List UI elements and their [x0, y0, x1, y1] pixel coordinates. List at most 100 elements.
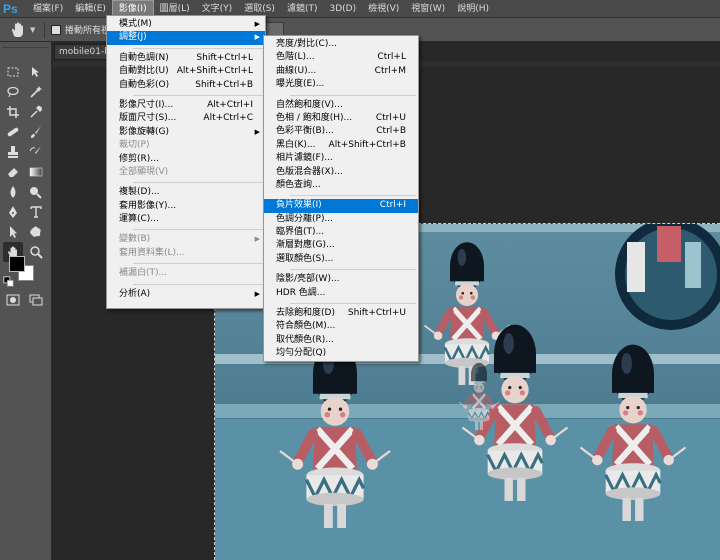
image-menu-item-0[interactable]: 模式(M) ▶: [107, 18, 265, 31]
path-select-icon[interactable]: [3, 222, 23, 242]
menu-item-label: 陰影/亮部(W)...: [276, 274, 340, 285]
photoshop-logo-icon: Ps: [3, 1, 18, 16]
panel-grip[interactable]: [2, 42, 49, 48]
image-menu-item-23[interactable]: 分析(A) ▶: [107, 288, 265, 301]
menu-item-label: 影像旋轉(G): [119, 126, 169, 137]
menu-item-label: 取代顏色(R)...: [276, 334, 334, 345]
quick-mask-icon[interactable]: [3, 290, 23, 310]
adjust-menu-item-8[interactable]: 黑白(K)... Alt+Shift+Ctrl+B: [264, 139, 418, 152]
adjust-menu-item-25[interactable]: 均勻分配(Q): [264, 347, 418, 360]
menu-3d[interactable]: 3D(D): [323, 0, 362, 18]
pen-icon[interactable]: [3, 202, 23, 222]
lasso-icon[interactable]: [3, 82, 23, 102]
image-menu-item-4[interactable]: 自動對比(U) Alt+Shift+Ctrl+L: [107, 65, 265, 78]
adjust-menu-item-11[interactable]: 顏色查詢...: [264, 179, 418, 192]
menu-help[interactable]: 說明(H): [451, 0, 495, 18]
menu-item-shortcut: Ctrl+M: [374, 65, 406, 76]
menu-item-shortcut: Shift+Ctrl+L: [196, 52, 253, 63]
menu-item-label: 補漏白(T)...: [119, 268, 168, 279]
image-menu-item-14[interactable]: 複製(D)...: [107, 186, 265, 199]
gradient-icon[interactable]: [26, 162, 46, 182]
menu-item-shortcut: Ctrl+U: [375, 112, 406, 123]
menu-item-shortcut: Alt+Ctrl+I: [207, 99, 253, 110]
menu-filter[interactable]: 濾鏡(T): [281, 0, 324, 18]
adjust-menu-item-10[interactable]: 色版混合器(X)...: [264, 166, 418, 179]
eraser-icon[interactable]: [3, 162, 23, 182]
screen-mode-icon[interactable]: [26, 290, 46, 310]
menu-item-label: 套用影像(Y)...: [119, 200, 177, 211]
move-icon[interactable]: [26, 62, 46, 82]
adjust-menu-item-20[interactable]: HDR 色調...: [264, 287, 418, 300]
adjust-menu-item-22[interactable]: 去除飽和度(D) Shift+Ctrl+U: [264, 307, 418, 320]
hand-tool-preset-icon[interactable]: [8, 20, 28, 40]
menu-window[interactable]: 視窗(W): [405, 0, 451, 18]
stamp-icon[interactable]: [3, 142, 23, 162]
image-menu-item-18: 變數(B) ▶: [107, 233, 265, 246]
image-menu-item-5[interactable]: 自動色彩(O) Shift+Ctrl+B: [107, 79, 265, 92]
image-menu-item-7[interactable]: 影像尺寸(I)... Alt+Ctrl+I: [107, 99, 265, 112]
adjust-menu-item-15[interactable]: 臨界值(T)...: [264, 226, 418, 239]
menu-item-label: 符合顏色(M)...: [276, 321, 336, 332]
adjust-menu-item-0[interactable]: 亮度/對比(C)...: [264, 38, 418, 51]
chevron-down-icon[interactable]: ▼: [30, 26, 38, 34]
menu-item-label: 自動色調(N): [119, 52, 169, 63]
image-menu-item-11[interactable]: 修剪(R)...: [107, 153, 265, 166]
image-menu-item-9[interactable]: 影像旋轉(G) ▶: [107, 126, 265, 139]
adjust-menu-item-6[interactable]: 色相 / 飽和度(H)... Ctrl+U: [264, 112, 418, 125]
menu-item-label: 自動對比(U): [119, 66, 169, 77]
image-menu-item-16[interactable]: 運算(C)...: [107, 213, 265, 226]
brush-icon[interactable]: [26, 122, 46, 142]
eyedropper-icon[interactable]: [26, 102, 46, 122]
menu-item-label: 去除飽和度(D): [276, 308, 335, 319]
chevron-right-icon: ▶: [254, 20, 260, 28]
image-menu-item-3[interactable]: 自動色調(N) Shift+Ctrl+L: [107, 52, 265, 65]
magic-wand-icon[interactable]: [26, 82, 46, 102]
healing-icon[interactable]: [3, 122, 23, 142]
document-tab[interactable]: mobile01-b4: [54, 44, 114, 60]
adjust-menu-item-23[interactable]: 符合顏色(M)...: [264, 320, 418, 333]
adjust-menu-item-7[interactable]: 色彩平衡(B)... Ctrl+B: [264, 125, 418, 138]
menu-item-label: 版面尺寸(S)...: [119, 113, 177, 124]
menu-item-label: 自然飽和度(V)...: [276, 99, 343, 110]
adjust-menu-item-17[interactable]: 選取顏色(S)...: [264, 253, 418, 266]
adjust-menu-item-2[interactable]: 曲線(U)... Ctrl+M: [264, 65, 418, 78]
image-menu-item-15[interactable]: 套用影像(Y)...: [107, 200, 265, 213]
dodge-icon[interactable]: [26, 182, 46, 202]
scroll-all-windows-checkbox[interactable]: [51, 24, 61, 35]
menu-item-label: 色階(L)...: [276, 52, 315, 63]
menu-item-shortcut: Alt+Shift+Ctrl+L: [176, 66, 253, 77]
chevron-right-icon: ▶: [254, 289, 260, 298]
blur-icon[interactable]: [3, 182, 23, 202]
menu-item-label: 自動色彩(O): [119, 79, 170, 90]
menu-item-label: 臨界值(T)...: [276, 227, 325, 238]
menu-item-label: 色彩平衡(B)...: [276, 126, 334, 137]
shape-icon[interactable]: [26, 222, 46, 242]
default-colors-icon[interactable]: [3, 276, 15, 288]
crop-icon[interactable]: [3, 102, 23, 122]
type-icon[interactable]: [26, 202, 46, 222]
adjust-menu-item-5[interactable]: 自然飽和度(V)...: [264, 99, 418, 112]
image-menu-item-1[interactable]: 調整(J) ▶: [107, 31, 265, 45]
adjust-menu-item-13[interactable]: 負片效果(I) Ctrl+I: [264, 199, 418, 213]
menu-file[interactable]: 檔案(F): [27, 0, 69, 18]
zoom-icon[interactable]: [26, 242, 46, 262]
adjust-menu-item-3[interactable]: 曝光度(E)...: [264, 78, 418, 91]
menu-item-shortcut: Ctrl+L: [377, 52, 406, 63]
adjust-menu-item-1[interactable]: 色階(L)... Ctrl+L: [264, 51, 418, 64]
adjust-menu-item-19[interactable]: 陰影/亮部(W)...: [264, 273, 418, 286]
marquee-icon[interactable]: [3, 62, 23, 82]
image-menu-item-8[interactable]: 版面尺寸(S)... Alt+Ctrl+C: [107, 112, 265, 125]
history-brush-icon[interactable]: [26, 142, 46, 162]
menu-divider: [290, 94, 416, 96]
adjust-menu-item-16[interactable]: 漸層對應(G)...: [264, 239, 418, 252]
menu-view[interactable]: 檢視(V): [362, 0, 405, 18]
adjust-menu-item-24[interactable]: 取代顏色(R)...: [264, 334, 418, 347]
menu-item-shortcut: Shift+Ctrl+U: [347, 308, 406, 319]
adjust-menu-item-14[interactable]: 色調分離(P)...: [264, 213, 418, 226]
menu-divider: [133, 94, 263, 96]
image-menu: 模式(M) ▶ 調整(J) ▶ 自動色調(N) Shift+Ctrl+L 自動對比(U) Al…: [106, 15, 266, 309]
menu-divider: [290, 269, 416, 271]
adjust-menu-item-9[interactable]: 相片濾鏡(F)...: [264, 152, 418, 165]
menu-item-label: 選取顏色(S)...: [276, 253, 334, 264]
foreground-color-swatch[interactable]: [9, 256, 25, 272]
